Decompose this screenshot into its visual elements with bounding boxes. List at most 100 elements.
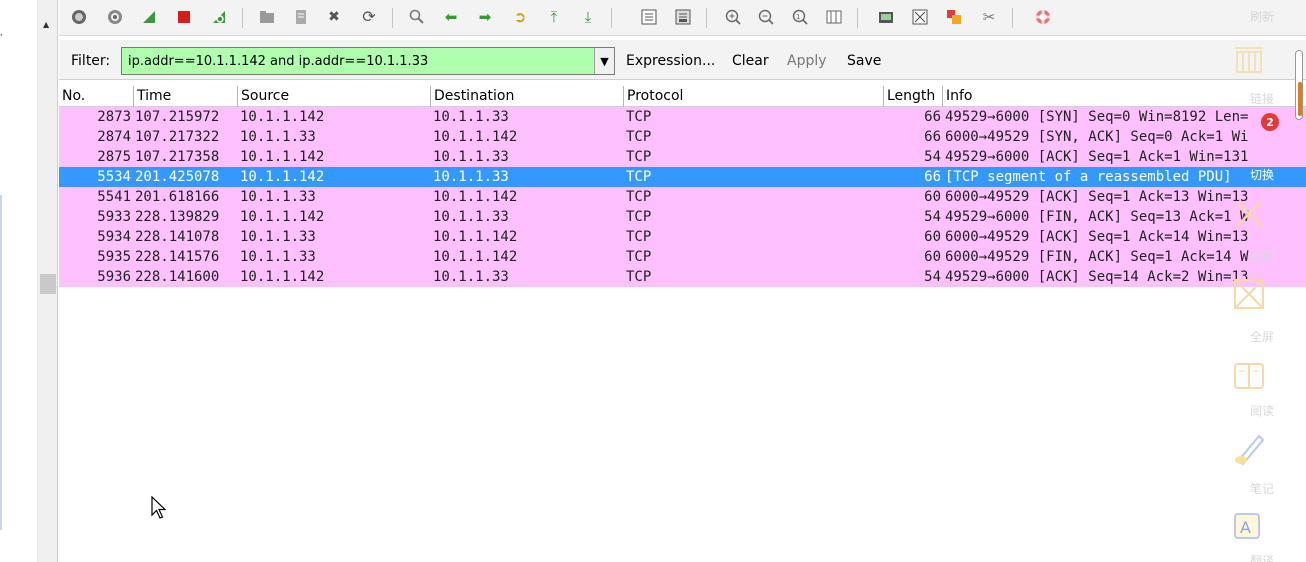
table-row[interactable]: 2875 107.217358 10.1.1.142 10.1.1.33 TCP 54 49…	[59, 147, 1306, 167]
side-item-reading[interactable]: 阅读	[1218, 402, 1306, 419]
restore-icon[interactable]	[1231, 196, 1267, 232]
go-last-icon[interactable]: ⤓	[578, 7, 598, 27]
expression-button[interactable]: Expression...	[626, 53, 715, 69]
auto-scroll-icon[interactable]	[673, 7, 693, 27]
side-item-notes[interactable]: 笔记	[1218, 480, 1306, 497]
cell-protocol: TCP	[626, 229, 652, 245]
display-filters-icon[interactable]	[910, 7, 930, 27]
filter-label: Filter:	[71, 53, 111, 69]
side-item-switch[interactable]: 切换	[1218, 166, 1306, 183]
resize-columns-icon[interactable]	[824, 7, 844, 27]
table-row[interactable]: 5541 201.618166 10.1.1.33 10.1.1.142 TCP 60 60…	[59, 187, 1306, 207]
toolbar-separator	[392, 8, 393, 28]
wireshark-window: ✖ ⟳ ⬅ ➡ ➲ ⤒ ⤓ 1 ✂ Filter: ▼ Expression..…	[59, 0, 1306, 562]
table-row[interactable]: 5934 228.141078 10.1.1.33 10.1.1.142 TCP 60 60…	[59, 227, 1306, 247]
main-toolbar: ✖ ⟳ ⬅ ➡ ➲ ⤒ ⤓ 1 ✂	[59, 0, 1306, 36]
coloring-rules-icon[interactable]	[944, 7, 964, 27]
side-item-translate[interactable]: 翻译	[1218, 552, 1306, 562]
cell-protocol: TCP	[626, 129, 652, 145]
colorize-icon[interactable]	[639, 7, 659, 27]
cell-time: 228.141078	[135, 229, 220, 245]
strip-mark: ,	[0, 28, 3, 38]
cell-time: 228.139829	[135, 209, 220, 225]
side-scroll-thumb[interactable]	[1298, 82, 1302, 116]
cell-time: 228.141600	[135, 269, 220, 285]
column-header-protocol[interactable]: Protocol	[623, 86, 683, 107]
capture-filters-icon[interactable]	[876, 7, 896, 27]
column-header-no[interactable]: No.	[59, 86, 85, 107]
column-header-destination[interactable]: Destination	[430, 86, 514, 107]
cell-destination: 10.1.1.33	[433, 209, 509, 225]
side-item-refresh[interactable]: 刷新	[1218, 8, 1306, 25]
restart-capture-icon[interactable]	[209, 7, 229, 27]
save-file-icon[interactable]	[291, 7, 311, 27]
cell-no: 2875	[97, 149, 131, 165]
notes-icon[interactable]	[1231, 430, 1267, 466]
cell-time: 228.141576	[135, 249, 220, 265]
cell-source: 10.1.1.142	[240, 269, 325, 285]
zoom-normal-icon[interactable]: 1	[790, 7, 810, 27]
filter-field[interactable]	[121, 47, 615, 75]
column-header-source[interactable]: Source	[237, 86, 289, 107]
table-row[interactable]: 5936 228.141600 10.1.1.142 10.1.1.33 TCP 54 49…	[59, 267, 1306, 287]
cell-length: 54	[924, 149, 941, 165]
table-row[interactable]: 2873 107.215972 10.1.1.142 10.1.1.33 TCP 66 49…	[59, 107, 1306, 127]
column-header-info[interactable]: Info	[942, 86, 973, 107]
table-row[interactable]: 5534 201.425078 10.1.1.142 10.1.1.33 TCP 66 [T…	[59, 167, 1306, 187]
interface-list-icon[interactable]	[69, 7, 89, 27]
cell-protocol: TCP	[626, 149, 652, 165]
translate-icon[interactable]: A	[1231, 508, 1267, 544]
capture-options-icon[interactable]	[105, 7, 125, 27]
reload-icon[interactable]: ⟳	[359, 7, 379, 27]
cell-length: 66	[924, 169, 941, 185]
table-row[interactable]: 5933 228.139829 10.1.1.142 10.1.1.33 TCP 54 49…	[59, 207, 1306, 227]
cell-destination: 10.1.1.33	[433, 269, 509, 285]
save-filter-button[interactable]: Save	[847, 53, 881, 69]
scroll-up-icon[interactable]: ▲	[43, 20, 49, 29]
cell-time: 107.215972	[135, 109, 220, 125]
stop-capture-icon[interactable]	[174, 7, 194, 27]
link-icon[interactable]	[1231, 40, 1267, 76]
reading-icon[interactable]	[1231, 358, 1267, 394]
side-item-restore[interactable]: 还原	[1218, 248, 1306, 265]
go-forward-icon[interactable]: ➡	[475, 7, 495, 27]
preferences-icon[interactable]: ✂	[979, 7, 999, 27]
open-file-icon[interactable]	[257, 7, 277, 27]
start-capture-icon[interactable]	[139, 7, 159, 27]
toolbar-separator	[611, 8, 612, 28]
go-back-icon[interactable]: ⬅	[441, 7, 461, 27]
cell-protocol: TCP	[626, 169, 652, 185]
close-file-icon[interactable]: ✖	[324, 7, 344, 27]
scroll-thumb[interactable]	[40, 274, 56, 294]
cell-no: 5934	[97, 229, 131, 245]
go-first-icon[interactable]: ⤒	[544, 7, 564, 27]
cell-protocol: TCP	[626, 189, 652, 205]
help-icon[interactable]	[1033, 7, 1053, 27]
cell-no: 5541	[97, 189, 131, 205]
table-row[interactable]: 2874 107.217322 10.1.1.33 10.1.1.142 TCP 66 60…	[59, 127, 1306, 147]
go-to-packet-icon[interactable]: ➲	[510, 7, 530, 27]
cell-length: 54	[924, 209, 941, 225]
browser-side-panel: 刷新 链接 切换 还原 全屏 阅读 笔记 A 翻译	[1218, 0, 1306, 562]
side-item-fullscreen[interactable]: 全屏	[1218, 328, 1306, 345]
side-item-link[interactable]: 链接	[1218, 90, 1306, 107]
cell-destination: 10.1.1.142	[433, 249, 518, 265]
clear-button[interactable]: Clear	[732, 53, 769, 69]
fullscreen-icon[interactable]	[1231, 276, 1267, 312]
mouse-cursor-icon	[151, 496, 167, 519]
zoom-out-icon[interactable]	[756, 7, 776, 27]
outer-scrollbar[interactable]: ▲	[38, 0, 58, 562]
filter-dropdown-icon[interactable]: ▼	[594, 48, 614, 74]
filter-input[interactable]	[122, 48, 614, 74]
cell-source: 10.1.1.142	[240, 209, 325, 225]
zoom-in-icon[interactable]	[723, 7, 743, 27]
cell-destination: 10.1.1.33	[433, 169, 509, 185]
cell-time: 201.425078	[135, 169, 220, 185]
column-header-time[interactable]: Time	[133, 86, 171, 107]
column-header-length[interactable]: Length	[883, 86, 935, 107]
cell-protocol: TCP	[626, 249, 652, 265]
apply-button[interactable]: Apply	[787, 53, 827, 69]
toolbar-separator	[857, 8, 858, 28]
find-packet-icon[interactable]	[407, 7, 427, 27]
table-row[interactable]: 5935 228.141576 10.1.1.33 10.1.1.142 TCP 60 60…	[59, 247, 1306, 267]
